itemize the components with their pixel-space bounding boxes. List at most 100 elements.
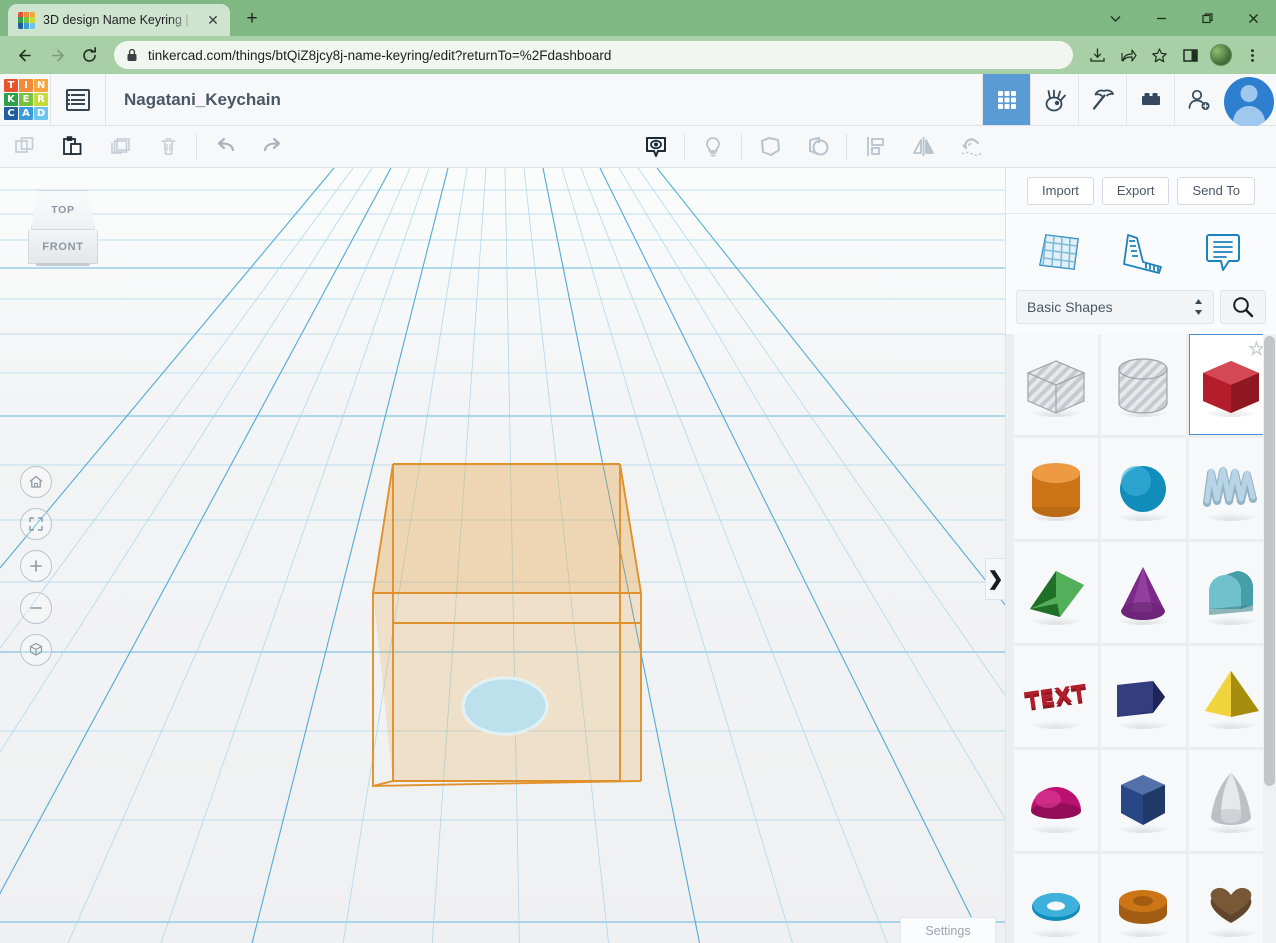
page-title[interactable]: Nagatani_Keychain <box>106 74 281 125</box>
tab-close-icon[interactable]: ✕ <box>204 11 222 29</box>
shape-hexagon-prism[interactable] <box>1101 750 1186 851</box>
new-tab-button[interactable]: + <box>238 5 266 33</box>
cylinder-hole-thumbnail <box>1117 357 1170 417</box>
logo-tile-a: A <box>19 107 33 121</box>
half-sphere-thumbnail <box>1030 786 1083 833</box>
hint-lightbulb-button[interactable] <box>689 126 737 168</box>
pyramid-thumbnail <box>1204 670 1259 729</box>
tinkercad-logo[interactable]: TIN KER CAD <box>0 74 50 125</box>
home-view-button[interactable] <box>20 466 52 498</box>
shape-paraboloid[interactable] <box>1188 750 1273 851</box>
send-to-button[interactable]: Send To <box>1177 176 1255 205</box>
show-hide-button[interactable] <box>632 126 680 168</box>
tab-title: 3D design Name Keyring | Tinke <box>43 13 196 27</box>
designs-grid-icon[interactable] <box>982 74 1030 125</box>
shape-box-hole[interactable] <box>1014 334 1099 435</box>
window-maximize-button[interactable] <box>1184 0 1230 36</box>
shape-heart[interactable] <box>1188 854 1273 943</box>
shape-category-select[interactable]: Basic Shapes <box>1016 290 1214 324</box>
panel-scrollbar-thumb[interactable] <box>1264 336 1275 786</box>
designs-list-button[interactable] <box>51 74 105 125</box>
export-button[interactable]: Export <box>1101 176 1170 205</box>
zoom-in-button[interactable] <box>20 550 52 582</box>
install-icon[interactable] <box>1083 41 1111 69</box>
invite-people-icon[interactable] <box>1174 74 1222 125</box>
shape-search-button[interactable] <box>1220 290 1266 324</box>
3d-viewport[interactable]: TOP FRONT ❯ <box>0 168 1005 943</box>
browser-toolbar: tinkercad.com/things/btQiZ8jcy8j-name-ke… <box>0 36 1276 74</box>
undo-button[interactable] <box>201 126 249 168</box>
shape-roof-wedge[interactable] <box>1014 542 1099 643</box>
shape-polygon-arrow[interactable] <box>1101 646 1186 747</box>
shape-round-roof[interactable] <box>1188 542 1273 643</box>
note-tool[interactable] <box>1195 224 1251 280</box>
browser-tab[interactable]: 3D design Name Keyring | Tinke ✕ <box>8 4 230 36</box>
reload-button[interactable] <box>74 40 104 70</box>
workplane-tool[interactable] <box>1031 224 1087 280</box>
duplicate-button[interactable] <box>96 126 144 168</box>
cube-icon <box>29 642 43 656</box>
shape-library-grid[interactable]: ☆ TEXT TEXT <box>1006 334 1276 943</box>
panel-tool-icons <box>1006 214 1276 290</box>
minecraft-pickaxe-icon[interactable] <box>1078 74 1126 125</box>
shape-half-sphere[interactable] <box>1014 750 1099 851</box>
shape-cylinder-hole[interactable] <box>1101 334 1186 435</box>
shape-sphere[interactable] <box>1101 438 1186 539</box>
shape-tube[interactable] <box>1101 854 1186 943</box>
import-button[interactable]: Import <box>1027 176 1094 205</box>
ortho-perspective-toggle[interactable] <box>20 634 52 666</box>
window-close-button[interactable] <box>1230 0 1276 36</box>
minus-icon <box>30 607 42 609</box>
back-button[interactable] <box>10 40 40 70</box>
window-minimize-button[interactable] <box>1138 0 1184 36</box>
plus-icon <box>30 560 42 572</box>
shape-cylinder[interactable] <box>1014 438 1099 539</box>
panel-scrollbar[interactable] <box>1263 334 1276 943</box>
chrome-menu-icon[interactable] <box>1238 41 1266 69</box>
shape-cone[interactable] <box>1101 542 1186 643</box>
zoom-out-button[interactable] <box>20 592 52 624</box>
view-cube[interactable]: TOP FRONT <box>28 190 98 266</box>
share-icon[interactable] <box>1114 41 1142 69</box>
address-bar[interactable]: tinkercad.com/things/btQiZ8jcy8j-name-ke… <box>114 41 1073 69</box>
app-header: TIN KER CAD Nagatani_Keychain <box>0 74 1276 127</box>
workplane-grid-icon <box>1039 234 1079 270</box>
panel-collapse-toggle[interactable]: ❯ <box>985 558 1005 600</box>
shape-text[interactable]: TEXT TEXT <box>1014 646 1099 747</box>
logo-tile-r: R <box>34 92 48 107</box>
paste-button[interactable] <box>48 126 96 168</box>
shape-box[interactable]: ☆ <box>1188 334 1273 435</box>
mirror-button[interactable] <box>899 126 947 168</box>
user-avatar[interactable] <box>1222 74 1276 127</box>
snap-grid-button[interactable] <box>947 126 995 168</box>
ungroup-button[interactable] <box>794 126 842 168</box>
header-icon-group <box>982 74 1276 127</box>
view-cube-front-face[interactable]: FRONT <box>28 230 98 264</box>
ruler-tool[interactable] <box>1113 224 1169 280</box>
shape-torus[interactable] <box>1014 854 1099 943</box>
delete-button[interactable] <box>144 126 192 168</box>
profile-avatar[interactable] <box>1207 41 1235 69</box>
fit-to-view-button[interactable] <box>20 508 52 540</box>
home-icon <box>29 475 43 488</box>
window-minimize-tray-button[interactable] <box>1092 0 1138 36</box>
lego-brick-icon[interactable] <box>1126 74 1174 125</box>
bookmark-star-icon[interactable] <box>1145 41 1173 69</box>
side-panel-icon[interactable] <box>1176 41 1204 69</box>
shape-pyramid[interactable] <box>1188 646 1273 747</box>
heart-thumbnail <box>1204 887 1257 937</box>
toolbar-divider-3 <box>741 133 742 160</box>
settings-button[interactable]: Settings <box>900 917 996 943</box>
codeblocks-icon[interactable] <box>1030 74 1078 125</box>
sphere-thumbnail <box>1117 465 1170 521</box>
redo-button[interactable] <box>249 126 297 168</box>
view-cube-top-face[interactable]: TOP <box>31 190 95 230</box>
note-callout-icon <box>1206 234 1240 271</box>
shape-scribble[interactable] <box>1188 438 1273 539</box>
forward-button[interactable] <box>42 40 72 70</box>
align-button[interactable] <box>851 126 899 168</box>
edit-toolbar <box>0 126 1276 168</box>
copy-button[interactable] <box>0 126 48 168</box>
polygon-arrow-thumbnail <box>1117 680 1170 729</box>
group-button[interactable] <box>746 126 794 168</box>
